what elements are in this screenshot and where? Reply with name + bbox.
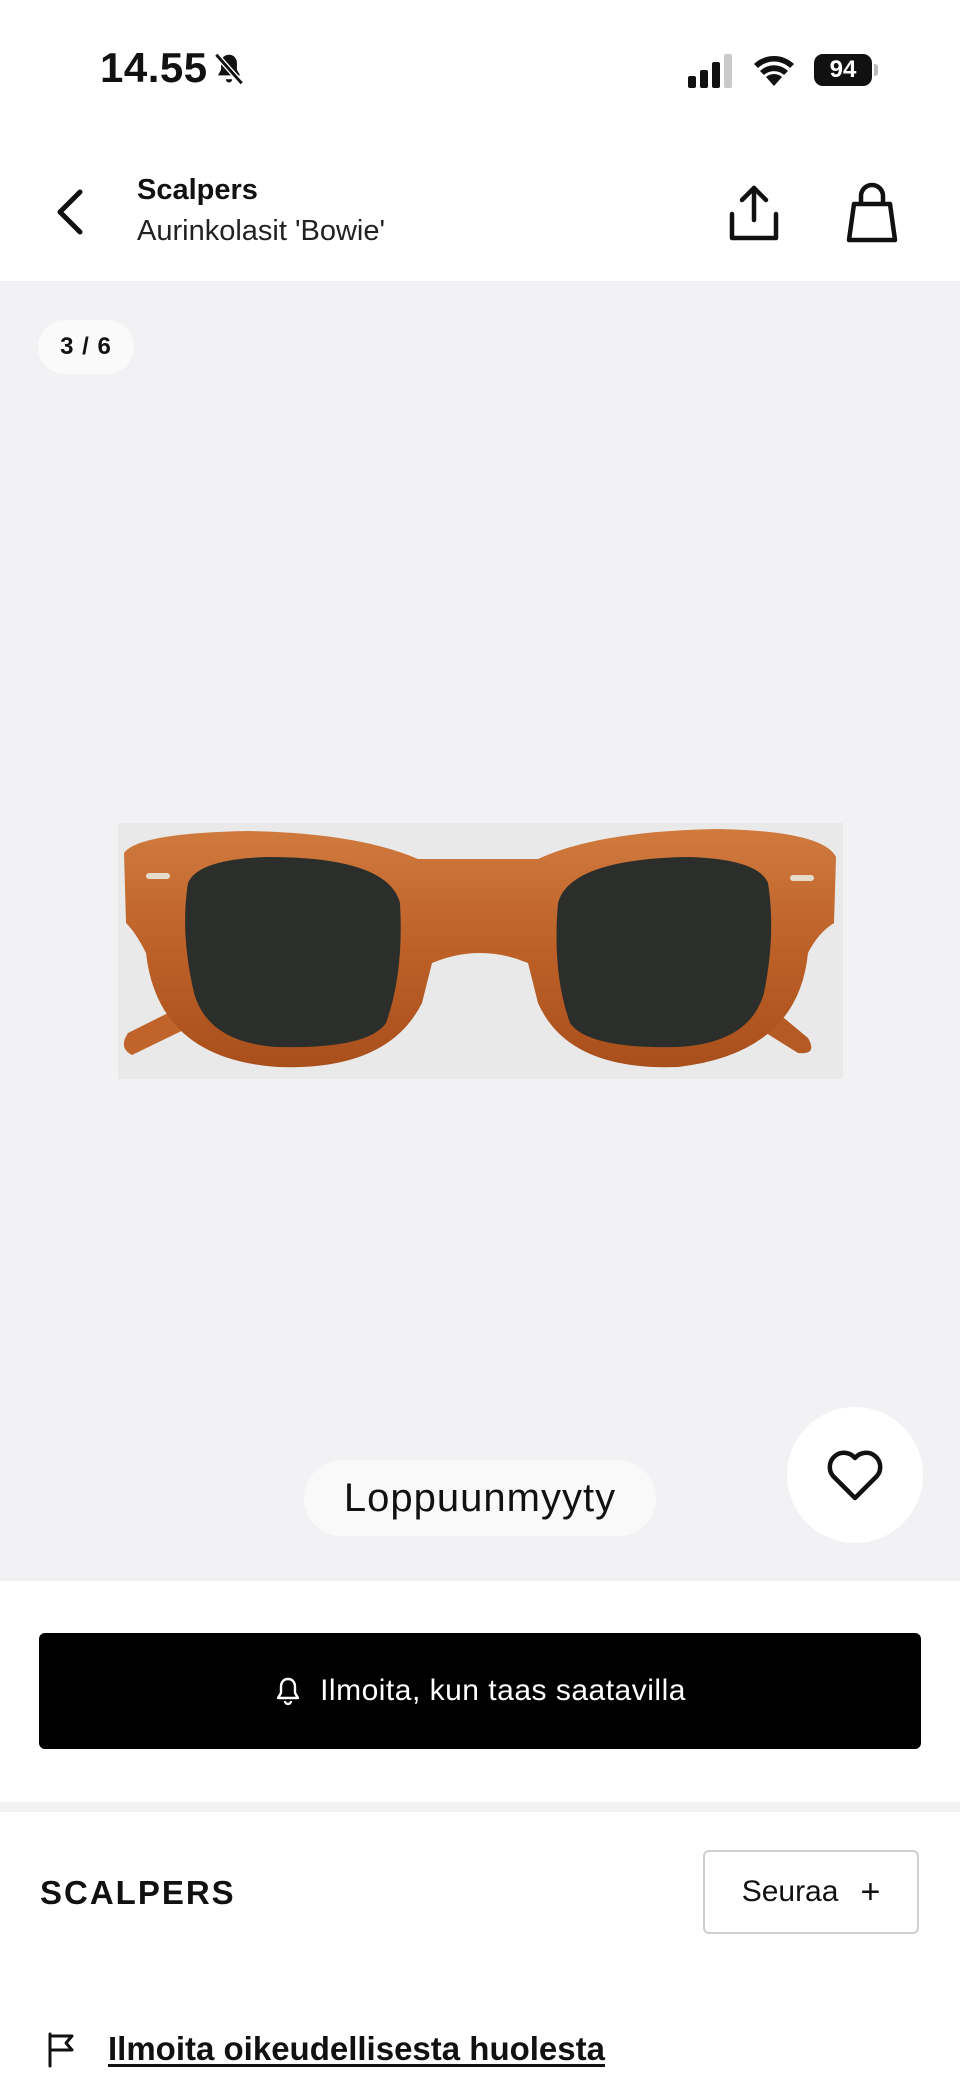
report-legal-concern-link[interactable]: Ilmoita oikeudellisesta huolesta [108, 2030, 605, 2068]
bell-icon [276, 1677, 300, 1706]
bell-off-icon [214, 52, 244, 86]
share-icon[interactable] [728, 184, 780, 242]
header-brand: Scalpers [137, 174, 258, 206]
notify-button-label: Ilmoita, kun taas saatavilla [320, 1674, 686, 1707]
battery-icon: 94 [814, 54, 878, 86]
notify-when-available-button[interactable]: Ilmoita, kun taas saatavilla [39, 1633, 921, 1749]
flag-icon [48, 2032, 74, 2068]
sunglasses-image[interactable] [118, 823, 843, 1079]
heart-icon [827, 1450, 883, 1501]
status-time: 14.55 [100, 44, 208, 91]
follow-brand-button[interactable]: Seuraa + [703, 1850, 919, 1934]
follow-button-label: Seuraa [741, 1875, 839, 1908]
favorite-button[interactable] [787, 1407, 923, 1543]
sold-out-badge: Loppuunmyyty [304, 1460, 656, 1536]
back-chevron-icon[interactable] [48, 186, 92, 238]
battery-level: 94 [814, 54, 872, 86]
shopping-bag-icon[interactable] [845, 182, 899, 244]
header-product-name: Aurinkolasit 'Bowie' [137, 215, 386, 247]
image-counter: 3 / 6 [38, 320, 134, 374]
wifi-icon [754, 56, 794, 86]
brand-heading: SCALPERS [40, 1874, 236, 1911]
section-divider [0, 1802, 960, 1812]
report-legal-concern-row[interactable]: Ilmoita oikeudellisesta huolesta [46, 2030, 605, 2080]
cellular-signal-icon [688, 54, 732, 88]
plus-icon: + [860, 1872, 881, 1911]
